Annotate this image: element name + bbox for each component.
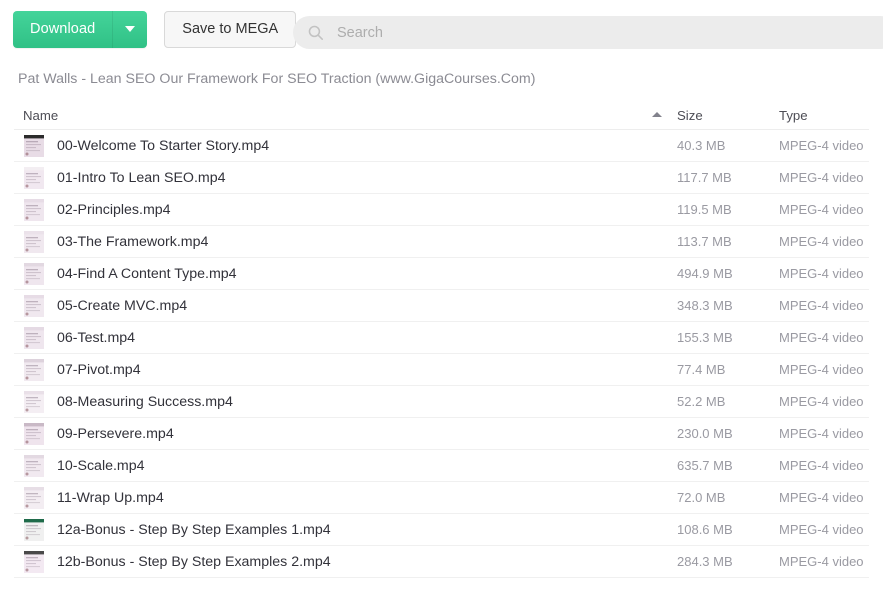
file-type: MPEG-4 video: [779, 170, 864, 185]
table-row[interactable]: 07-Pivot.mp4 77.4 MB MPEG-4 video: [14, 354, 869, 386]
table-row[interactable]: 01-Intro To Lean SEO.mp4 117.7 MB MPEG-4 v…: [14, 162, 869, 194]
file-size: 113.7 MB: [677, 234, 732, 249]
mega-file-browser: Download Save to MEGA Pat Walls - Lean S…: [0, 0, 883, 603]
file-size: 155.3 MB: [677, 330, 733, 345]
column-header-size[interactable]: Size: [677, 100, 703, 130]
video-thumbnail: [20, 420, 48, 448]
video-thumbnail: [20, 132, 48, 160]
file-type: MPEG-4 video: [779, 426, 864, 441]
file-type: MPEG-4 video: [779, 554, 864, 569]
file-type: MPEG-4 video: [779, 362, 864, 377]
top-toolbar: Download Save to MEGA: [0, 0, 883, 58]
file-size: 52.2 MB: [677, 394, 726, 409]
file-type: MPEG-4 video: [779, 266, 864, 281]
file-name[interactable]: 07-Pivot.mp4: [57, 362, 141, 378]
video-thumbnail: [20, 260, 48, 288]
file-size: 119.5 MB: [677, 202, 732, 217]
file-type: MPEG-4 video: [779, 458, 864, 473]
breadcrumb[interactable]: Pat Walls - Lean SEO Our Framework For S…: [18, 62, 535, 96]
table-row[interactable]: 05-Create MVC.mp4 348.3 MB MPEG-4 video: [14, 290, 869, 322]
video-thumbnail: [20, 324, 48, 352]
table-row[interactable]: 10-Scale.mp4 635.7 MB MPEG-4 video: [14, 450, 869, 482]
table-row[interactable]: 12a-Bonus - Step By Step Examples 1.mp4 1…: [14, 514, 869, 546]
file-size: 117.7 MB: [677, 170, 732, 185]
video-thumbnail: [20, 484, 48, 512]
table-row[interactable]: 00-Welcome To Starter Story.mp4 40.3 MB MP…: [14, 130, 869, 162]
file-name[interactable]: 09-Persevere.mp4: [57, 426, 174, 442]
file-name[interactable]: 05-Create MVC.mp4: [57, 298, 187, 314]
file-size: 72.0 MB: [677, 490, 726, 505]
search-input[interactable]: [337, 24, 883, 41]
save-to-mega-button[interactable]: Save to MEGA: [164, 10, 297, 48]
caret-up-icon[interactable]: [652, 112, 662, 117]
file-name[interactable]: 03-The Framework.mp4: [57, 234, 208, 250]
video-thumbnail: [20, 516, 48, 544]
file-name[interactable]: 12b-Bonus - Step By Step Examples 2.mp4: [57, 554, 331, 570]
file-type: MPEG-4 video: [779, 202, 864, 217]
table-row[interactable]: 02-Principles.mp4 119.5 MB MPEG-4 video: [14, 194, 869, 226]
file-size: 77.4 MB: [677, 362, 726, 377]
video-thumbnail: [20, 164, 48, 192]
file-type: MPEG-4 video: [779, 394, 864, 409]
table-row[interactable]: 08-Measuring Success.mp4 52.2 MB MPEG-4 vi…: [14, 386, 869, 418]
file-table: Name Size Type 00-Welcome To Starter Sto…: [14, 100, 869, 578]
file-type: MPEG-4 video: [779, 234, 864, 249]
column-header-type[interactable]: Type: [779, 100, 808, 130]
table-row[interactable]: 12b-Bonus - Step By Step Examples 2.mp4 2…: [14, 546, 869, 578]
file-name[interactable]: 00-Welcome To Starter Story.mp4: [57, 138, 269, 154]
download-dropdown-button[interactable]: [113, 10, 148, 48]
file-type: MPEG-4 video: [779, 490, 864, 505]
table-row[interactable]: 11-Wrap Up.mp4 72.0 MB MPEG-4 video: [14, 482, 869, 514]
video-thumbnail: [20, 388, 48, 416]
video-thumbnail: [20, 228, 48, 256]
file-size: 230.0 MB: [677, 426, 733, 441]
download-button-group: Download: [13, 10, 148, 48]
search-bar[interactable]: [293, 16, 883, 49]
file-type: MPEG-4 video: [779, 330, 864, 345]
search-icon: [307, 24, 324, 41]
file-type: MPEG-4 video: [779, 138, 864, 153]
file-name[interactable]: 01-Intro To Lean SEO.mp4: [57, 170, 226, 186]
file-size: 494.9 MB: [677, 266, 733, 281]
video-thumbnail: [20, 452, 48, 480]
file-name[interactable]: 12a-Bonus - Step By Step Examples 1.mp4: [57, 522, 331, 538]
file-size: 348.3 MB: [677, 298, 733, 313]
file-size: 40.3 MB: [677, 138, 726, 153]
table-body: 00-Welcome To Starter Story.mp4 40.3 MB MP…: [14, 130, 869, 578]
download-button[interactable]: Download: [13, 10, 114, 48]
table-header-row: Name Size Type: [14, 100, 869, 130]
file-size: 284.3 MB: [677, 554, 733, 569]
file-name[interactable]: 11-Wrap Up.mp4: [57, 490, 164, 506]
file-name[interactable]: 04-Find A Content Type.mp4: [57, 266, 237, 282]
file-size: 108.6 MB: [677, 522, 733, 537]
file-name[interactable]: 02-Principles.mp4: [57, 202, 171, 218]
table-row[interactable]: 04-Find A Content Type.mp4 494.9 MB MPEG-4…: [14, 258, 869, 290]
table-row[interactable]: 09-Persevere.mp4 230.0 MB MPEG-4 video: [14, 418, 869, 450]
file-name[interactable]: 06-Test.mp4: [57, 330, 135, 346]
video-thumbnail: [20, 196, 48, 224]
video-thumbnail: [20, 548, 48, 576]
video-thumbnail: [20, 292, 48, 320]
table-row[interactable]: 03-The Framework.mp4 113.7 MB MPEG-4 video: [14, 226, 869, 258]
file-type: MPEG-4 video: [779, 522, 864, 537]
video-thumbnail: [20, 356, 48, 384]
column-header-name[interactable]: Name: [23, 100, 58, 130]
file-name[interactable]: 08-Measuring Success.mp4: [57, 394, 233, 410]
file-type: MPEG-4 video: [779, 298, 864, 313]
table-row[interactable]: 06-Test.mp4 155.3 MB MPEG-4 video: [14, 322, 869, 354]
file-size: 635.7 MB: [677, 458, 733, 473]
file-name[interactable]: 10-Scale.mp4: [57, 458, 145, 474]
chevron-down-icon: [125, 26, 136, 32]
